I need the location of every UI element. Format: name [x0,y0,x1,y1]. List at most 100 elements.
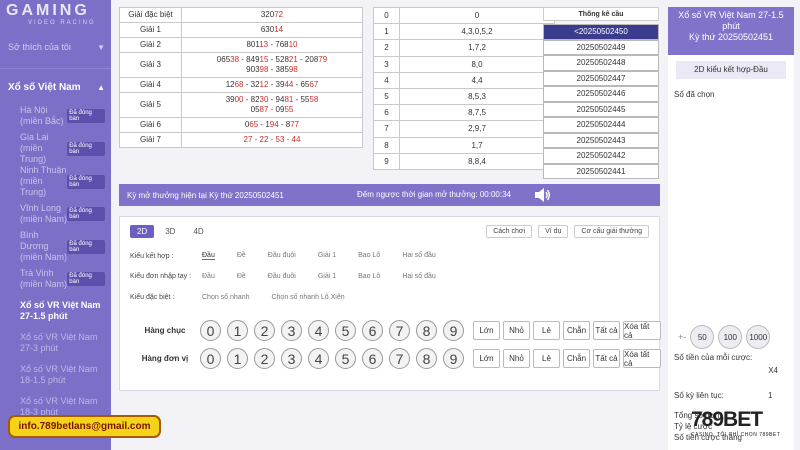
bet-type-option[interactable]: Đầu đuôi [268,252,296,260]
consecutive-value[interactable]: 1 [762,391,778,400]
mode-tab[interactable]: 4D [186,225,210,238]
head-tail-row: 9 8,8,4 [373,152,555,170]
contact-email-banner[interactable]: info.789betlans@gmail.com [8,415,161,438]
sidebar-item-vr27-15[interactable]: Xổ số VR Việt Nam 27-1.5 phút [0,295,111,327]
digit-ball[interactable]: 6 [362,320,383,341]
prize-digits: - 09 [268,105,285,114]
plus-minus-icon[interactable]: +- [678,332,686,342]
digit-ball[interactable]: 5 [335,348,356,369]
prize-digits: 21 [288,55,298,64]
stats-draw-item[interactable]: <20250502450 [543,24,659,40]
bet-type-option[interactable]: Đề [237,273,246,280]
prize-label: Giải 3 [119,52,182,78]
digit-ball[interactable]: 1 [227,348,248,369]
digit-ball[interactable]: 8 [416,320,437,341]
digit-ball[interactable]: 3 [281,348,302,369]
bet-type-option[interactable]: Hai số đầu [402,252,435,260]
quick-select-button[interactable]: Lớn [473,349,500,368]
prize-digits: - 849 [239,55,260,64]
digit-ball[interactable]: 3 [281,320,302,341]
sidebar-item-hanoi[interactable]: Hà Nội (miền Bắc) Đã đóng bàn [0,100,111,132]
bet-type-option[interactable]: Chọn số nhanh Lô Xiên [271,294,344,301]
digit-ball[interactable]: 0 [200,348,221,369]
amount-chip[interactable]: 1000 [746,325,771,349]
help-button[interactable]: Cơ cấu giải thưởng [574,225,649,238]
quick-select-button[interactable]: Xóa tất cả [623,321,661,340]
stats-draw-item[interactable]: 20250502446 [543,86,659,102]
stats-draw-item[interactable]: 20250502447 [543,70,659,86]
stats-draw-item[interactable]: 20250502449 [543,39,659,55]
prize-digits: 14 [274,25,284,34]
prize-digits: 55 [284,105,294,114]
digit-ball[interactable]: 9 [443,348,464,369]
sidebar-item-vr18-15[interactable]: Xổ số VR Việt Nam 18-1.5 phút [0,359,111,391]
head-tail-row: 1 4,3,0,5,2 [373,23,555,41]
mode-tab[interactable]: 3D [158,225,182,238]
digit-ball[interactable]: 1 [227,320,248,341]
quick-select-button[interactable]: Xóa tất cả [623,349,661,368]
bet-type-option[interactable]: Hai số đầu [402,273,435,280]
quick-select-button[interactable]: Tất cả [593,349,620,368]
stats-draw-item[interactable]: 20250502441 [543,163,659,179]
quick-select-button[interactable]: Nhỏ [503,349,530,368]
speaker-icon[interactable] [533,186,551,204]
bet-type-option[interactable]: Giải 1 [318,273,336,280]
digit-ball[interactable]: 9 [443,320,464,341]
sidebar-item-gialai[interactable]: Gia Lai (miền Trung) Đã đóng bàn [0,132,111,165]
amount-chip[interactable]: 100 [718,325,743,349]
stats-draw-item[interactable]: 20250502443 [543,132,659,148]
amount-chip[interactable]: 50 [690,325,715,349]
bet-type-option[interactable]: Bao Lô [358,252,380,260]
digit-ball[interactable]: 4 [308,320,329,341]
help-button[interactable]: Ví dụ [538,225,569,238]
bet-type-option[interactable]: Đầu [202,273,215,280]
prize-digits: 903 [246,65,260,74]
quick-select-button[interactable]: Lớn [473,321,500,340]
digit-ball[interactable]: 7 [389,320,410,341]
bet-type-option[interactable]: Chọn số nhanh [202,294,249,301]
quick-select-button[interactable]: Chẵn [563,349,590,368]
stats-draw-item[interactable]: 20250502445 [543,101,659,117]
quick-select-button[interactable]: Lẻ [533,321,560,340]
sidebar-favorites[interactable]: Sở thích của tôi ▼ [0,40,111,54]
prize-label: Giải 1 [119,22,182,38]
sidebar-group-vietnam[interactable]: Xổ số Việt Nam ▲ [0,68,111,94]
sidebar-item-ninhthuan[interactable]: Ninh Thuận (miền Trung) Đã đóng bàn [0,165,111,198]
quick-select-button[interactable]: Chẵn [563,321,590,340]
closed-badge: Đã đóng bàn [67,109,105,123]
bet-type-option[interactable]: Đầu đuôi [268,273,296,280]
digit-row-label: Hàng đơn vị [141,354,189,363]
digit-ball[interactable]: 2 [254,348,275,369]
prize-numbers: 32072 [181,7,363,23]
help-button[interactable]: Cách chơi [486,225,533,238]
quick-select-button[interactable]: Tất cả [593,321,620,340]
digit-ball[interactable]: 4 [308,348,329,369]
sidebar-item-binhduong[interactable]: Bình Dương (miền Nam) Đã đóng bàn [0,230,111,263]
digit-ball[interactable]: 8 [416,348,437,369]
digit-ball[interactable]: 0 [200,320,221,341]
digit-ball[interactable]: 7 [389,348,410,369]
sidebar-item-travinh[interactable]: Trà Vinh (miền Nam) Đã đóng bàn [0,263,111,295]
bet-type-option[interactable]: Bao Lô [358,273,380,280]
sidebar-item-vr27-3[interactable]: Xổ số VR Việt Nam 27-3 phút [0,327,111,359]
sidebar-item-vinhlong[interactable]: Vĩnh Long (miền Nam) Đã đóng bàn [0,198,111,230]
stats-draw-item[interactable]: 20250502442 [543,148,659,164]
prize-digits: 12 [225,80,235,89]
mode-tab[interactable]: 2D [130,225,155,238]
quick-select-button[interactable]: Lẻ [533,349,560,368]
digit-ball[interactable]: 5 [335,320,356,341]
digit-ball[interactable]: 6 [362,348,383,369]
prize-digits: 77 [290,120,300,129]
bet-type-option[interactable]: Đề [237,252,246,260]
digit-ball[interactable]: 2 [254,320,275,341]
prize-digits: 98 [288,65,298,74]
quick-select-button[interactable]: Nhỏ [503,321,530,340]
bet-type-option[interactable]: Đầu [202,252,215,260]
bet-type-option[interactable]: Giải 1 [318,252,336,260]
prize-digits: - 39 [268,80,285,89]
stats-draw-item[interactable]: 20250502448 [543,55,659,71]
stats-draw-item[interactable]: 20250502444 [543,117,659,133]
digit-row-label: Hàng chục [144,326,186,335]
prize-digits: 67 [309,80,319,89]
brand-logo[interactable]: GAMING VIDEO RACING [0,0,111,26]
